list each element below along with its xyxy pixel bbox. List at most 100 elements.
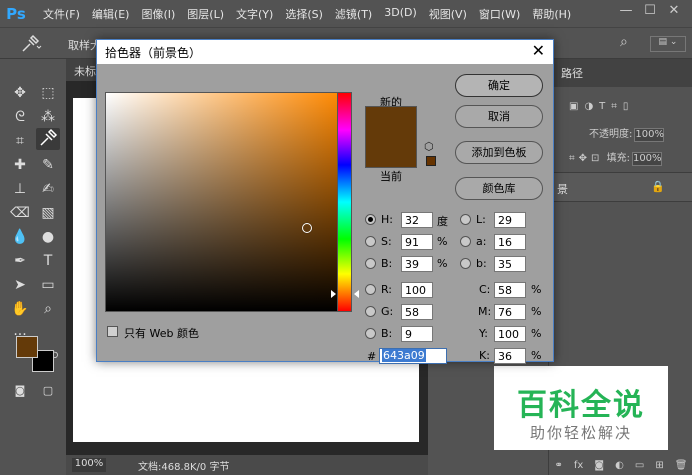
new-layer-icon[interactable]: ⊞: [655, 460, 663, 471]
yellow-input[interactable]: 100: [494, 326, 526, 342]
layer-row-background[interactable]: 景 🔒: [549, 172, 692, 202]
menu-view[interactable]: 视图(V): [429, 6, 467, 22]
layer-filter-icons[interactable]: ▣◑T⌗▯: [569, 101, 692, 112]
menu-image[interactable]: 图像(I): [141, 6, 175, 22]
search-icon[interactable]: ⌕: [620, 34, 628, 50]
add-to-swatches-button[interactable]: 添加到色板: [455, 141, 543, 164]
green-label: G:: [381, 305, 394, 318]
hue-input[interactable]: 32: [401, 212, 433, 228]
menu-type[interactable]: 文字(Y): [236, 6, 273, 22]
web-safe-cube-icon[interactable]: ⬡: [424, 140, 434, 153]
photoshop-logo: Ps: [6, 4, 26, 23]
lock-icons[interactable]: ⌗✥⊡: [569, 153, 603, 164]
screen-mode-icon[interactable]: ▢: [36, 380, 60, 402]
opacity-input[interactable]: 100%: [634, 128, 665, 142]
group-icon[interactable]: ▭: [635, 460, 644, 471]
ok-button[interactable]: 确定: [455, 74, 543, 97]
eraser-tool-icon[interactable]: ⌫: [8, 202, 32, 224]
close-icon[interactable]: ✕: [532, 41, 545, 60]
rectangle-tool-icon[interactable]: ▭: [36, 274, 60, 296]
hue-slider[interactable]: [337, 92, 352, 312]
lab-b-radio[interactable]: [460, 258, 471, 269]
blue-radio[interactable]: [365, 328, 376, 339]
dodge-tool-icon[interactable]: ●: [36, 226, 60, 248]
clone-stamp-tool-icon[interactable]: ⊥: [8, 178, 32, 200]
yellow-label: Y:: [479, 327, 488, 340]
blue-input[interactable]: 9: [401, 326, 433, 342]
red-radio[interactable]: [365, 284, 376, 295]
move-tool-icon[interactable]: ✥: [8, 82, 32, 104]
opacity-row: 不透明度: 100%: [589, 125, 692, 142]
menu-edit[interactable]: 编辑(E): [92, 6, 130, 22]
path-selection-tool-icon[interactable]: ➤: [8, 274, 32, 296]
adjustment-icon[interactable]: ◐: [615, 460, 624, 471]
red-input[interactable]: 100: [401, 282, 433, 298]
hue-slider-left-arrow[interactable]: [331, 290, 336, 298]
fill-input[interactable]: 100%: [631, 152, 662, 166]
hand-tool-icon[interactable]: ✋: [8, 298, 32, 320]
menu-window[interactable]: 窗口(W): [479, 6, 520, 22]
gradient-tool-icon[interactable]: ▧: [36, 202, 60, 224]
pen-tool-icon[interactable]: ✒: [8, 250, 32, 272]
color-field-cursor[interactable]: [302, 223, 312, 233]
fx-icon[interactable]: fx: [574, 460, 583, 471]
tab-paths[interactable]: 路径: [561, 65, 583, 81]
foreground-color-swatch[interactable]: [16, 336, 38, 358]
zoom-level-field[interactable]: 100%: [72, 458, 106, 472]
blue-label: B:: [381, 327, 393, 340]
workspace-switcher[interactable]: ▤ ⌄: [650, 36, 686, 52]
maximize-button[interactable]: ☐: [638, 0, 662, 22]
brightness-radio[interactable]: [365, 258, 376, 269]
lab-b-input[interactable]: 35: [494, 256, 526, 272]
web-only-checkbox[interactable]: [107, 326, 118, 337]
lasso-tool-icon[interactable]: ᘓ: [8, 106, 32, 128]
lab-l-input[interactable]: 29: [494, 212, 526, 228]
current-color-preview[interactable]: [365, 138, 417, 168]
lab-a-radio[interactable]: [460, 236, 471, 247]
menu-layer[interactable]: 图层(L): [187, 6, 224, 22]
quick-mask-icon[interactable]: ◙: [8, 380, 32, 402]
history-brush-tool-icon[interactable]: ✍: [36, 178, 60, 200]
menu-help[interactable]: 帮助(H): [532, 6, 571, 22]
lab-l-radio[interactable]: [460, 214, 471, 225]
menu-file[interactable]: 文件(F): [43, 6, 80, 22]
layers-footer: ⚭ fx ◙ ◐ ▭ ⊞ 🗑: [549, 455, 692, 475]
green-radio[interactable]: [365, 306, 376, 317]
magic-wand-tool-icon[interactable]: ⁂: [36, 106, 60, 128]
trash-icon[interactable]: 🗑: [675, 460, 688, 471]
hue-slider-right-arrow[interactable]: [354, 290, 359, 298]
magenta-label: M:: [478, 305, 492, 318]
brush-tool-icon[interactable]: ✎: [36, 154, 60, 176]
zoom-tool-icon[interactable]: ⌕: [36, 298, 60, 320]
saturation-radio[interactable]: [365, 236, 376, 247]
document-info[interactable]: 文档:468.8K/0 字节: [138, 458, 229, 473]
minimize-button[interactable]: —: [614, 0, 638, 22]
healing-brush-tool-icon[interactable]: ✚: [8, 154, 32, 176]
cancel-button[interactable]: 取消: [455, 105, 543, 128]
hue-radio[interactable]: [365, 214, 376, 225]
menu-3d[interactable]: 3D(D): [384, 6, 417, 22]
link-layers-icon[interactable]: ⚭: [555, 460, 563, 471]
close-window-button[interactable]: ✕: [662, 0, 686, 22]
eyedropper-preset-icon[interactable]: [20, 34, 42, 54]
cyan-input[interactable]: 58: [494, 282, 526, 298]
menu-filter[interactable]: 滤镜(T): [335, 6, 372, 22]
green-input[interactable]: 58: [401, 304, 433, 320]
hex-input[interactable]: 643a09: [379, 348, 447, 364]
color-field[interactable]: [105, 92, 343, 312]
brightness-input[interactable]: 39: [401, 256, 433, 272]
crop-tool-icon[interactable]: ⌗: [8, 130, 32, 152]
web-safe-color-swatch[interactable]: [426, 156, 436, 166]
eyedropper-tool-icon[interactable]: [36, 128, 60, 150]
lab-a-input[interactable]: 16: [494, 234, 526, 250]
mask-icon[interactable]: ◙: [594, 460, 604, 471]
menu-select[interactable]: 选择(S): [285, 6, 323, 22]
saturation-input[interactable]: 91: [401, 234, 433, 250]
color-libraries-button[interactable]: 颜色库: [455, 177, 543, 200]
blur-tool-icon[interactable]: 💧: [8, 226, 32, 248]
type-tool-icon[interactable]: T: [36, 250, 60, 272]
magenta-input[interactable]: 76: [494, 304, 526, 320]
watermark-subtitle: 助你轻松解决: [529, 424, 632, 442]
black-input[interactable]: 36: [494, 348, 526, 364]
marquee-tool-icon[interactable]: ⬚: [36, 82, 60, 104]
